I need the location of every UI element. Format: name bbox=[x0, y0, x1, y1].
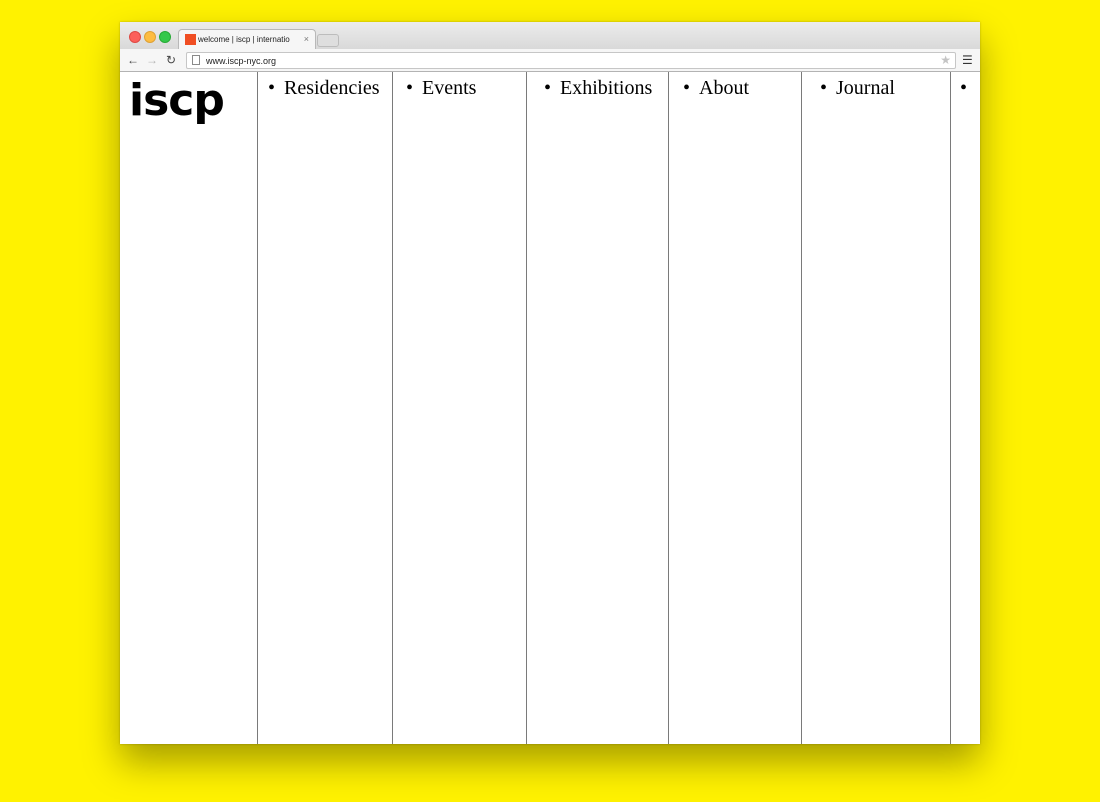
column-divider bbox=[257, 72, 258, 744]
nav-label: About bbox=[699, 77, 749, 99]
browser-toolbar: ← → ↻ www.iscp-nyc.org ★ ☰ bbox=[120, 49, 980, 72]
browser-tab[interactable]: welcome | iscp | internatio × bbox=[178, 29, 316, 49]
tab-close-icon[interactable]: × bbox=[304, 33, 309, 45]
nav-label: Journal bbox=[836, 77, 895, 99]
nav-journal[interactable]: • Journal bbox=[820, 75, 895, 101]
nav-label: Exhibitions bbox=[560, 77, 653, 99]
nav-about[interactable]: • About bbox=[683, 75, 749, 101]
bullet: • bbox=[683, 77, 691, 99]
column-divider bbox=[801, 72, 802, 744]
column-divider bbox=[526, 72, 527, 744]
maximize-window-button[interactable] bbox=[159, 31, 171, 43]
nav-residencies[interactable]: • Residencies bbox=[268, 75, 380, 101]
page-icon bbox=[192, 55, 200, 65]
bullet: • bbox=[960, 77, 968, 99]
forward-arrow-icon[interactable]: → bbox=[146, 53, 158, 67]
address-bar[interactable]: www.iscp-nyc.org ★ bbox=[186, 52, 956, 69]
favicon-icon bbox=[185, 34, 196, 45]
nav-events[interactable]: • Events bbox=[406, 75, 476, 101]
bullet: • bbox=[544, 77, 552, 99]
column-divider bbox=[668, 72, 669, 744]
close-window-button[interactable] bbox=[129, 31, 141, 43]
back-arrow-icon[interactable]: ← bbox=[127, 53, 139, 67]
column-divider bbox=[392, 72, 393, 744]
browser-window: welcome | iscp | internatio × ← → ↻ www.… bbox=[120, 22, 980, 744]
page-content: iscp • Residencies • Events • Exhibitions •… bbox=[120, 72, 980, 744]
url-text[interactable]: www.iscp-nyc.org bbox=[206, 55, 276, 67]
nav-item-partial[interactable]: • bbox=[960, 75, 976, 101]
nav-label: Events bbox=[422, 77, 477, 99]
minimize-window-button[interactable] bbox=[144, 31, 156, 43]
column-divider bbox=[950, 72, 951, 744]
tab-title: welcome | iscp | internatio bbox=[198, 35, 290, 44]
bullet: • bbox=[268, 77, 276, 99]
browser-menu-icon[interactable]: ☰ bbox=[962, 53, 973, 67]
bookmark-star-icon[interactable]: ★ bbox=[940, 53, 951, 67]
new-tab-button[interactable] bbox=[317, 34, 339, 47]
site-logo[interactable]: iscp bbox=[129, 75, 225, 127]
bullet: • bbox=[406, 77, 414, 99]
reload-icon[interactable]: ↻ bbox=[166, 53, 176, 67]
title-bar: welcome | iscp | internatio × bbox=[120, 22, 980, 49]
nav-label: Residencies bbox=[284, 77, 380, 99]
bullet: • bbox=[820, 77, 828, 99]
nav-exhibitions[interactable]: • Exhibitions bbox=[544, 75, 652, 101]
